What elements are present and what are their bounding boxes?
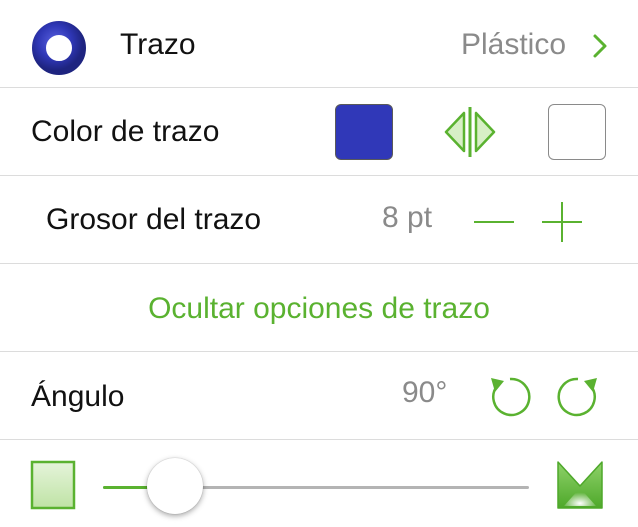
stroke-ring-icon: [32, 21, 86, 75]
hide-options-row: Ocultar opciones de trazo: [0, 264, 638, 352]
minus-icon[interactable]: [472, 200, 516, 244]
stroke-inspector-panel: Trazo Plástico Color de trazo Grosor del…: [0, 0, 638, 527]
stroke-thickness-row: Grosor del trazo 8 pt: [0, 176, 638, 264]
hide-stroke-options-button[interactable]: Ocultar opciones de trazo: [0, 292, 638, 326]
stroke-color-swatch[interactable]: [335, 104, 393, 160]
angle-value: 90°: [402, 376, 448, 409]
angle-row: Ángulo 90°: [0, 352, 638, 440]
fill-color-swatch[interactable]: [548, 104, 606, 160]
stroke-style-value: Plástico: [460, 28, 566, 61]
beveled-end-icon: [557, 461, 603, 509]
square-end-icon: [30, 460, 76, 510]
stroke-thickness-value: 8 pt: [382, 201, 433, 234]
stroke-color-label: Color de trazo: [31, 115, 220, 148]
slider-thumb[interactable]: [147, 458, 204, 514]
stroke-style-row[interactable]: Trazo Plástico: [0, 0, 638, 88]
stroke-label: Trazo: [120, 28, 196, 61]
rotate-ccw-icon[interactable]: [487, 374, 533, 420]
line-end-slider-row: [0, 440, 638, 527]
plus-icon[interactable]: [540, 200, 584, 244]
stroke-color-row: Color de trazo: [0, 88, 638, 176]
stroke-thickness-label: Grosor del trazo: [46, 203, 262, 236]
rotate-cw-icon[interactable]: [555, 374, 601, 420]
chevron-right-icon: [593, 34, 607, 58]
angle-label: Ángulo: [31, 380, 125, 413]
swap-colors-icon[interactable]: [441, 105, 499, 159]
